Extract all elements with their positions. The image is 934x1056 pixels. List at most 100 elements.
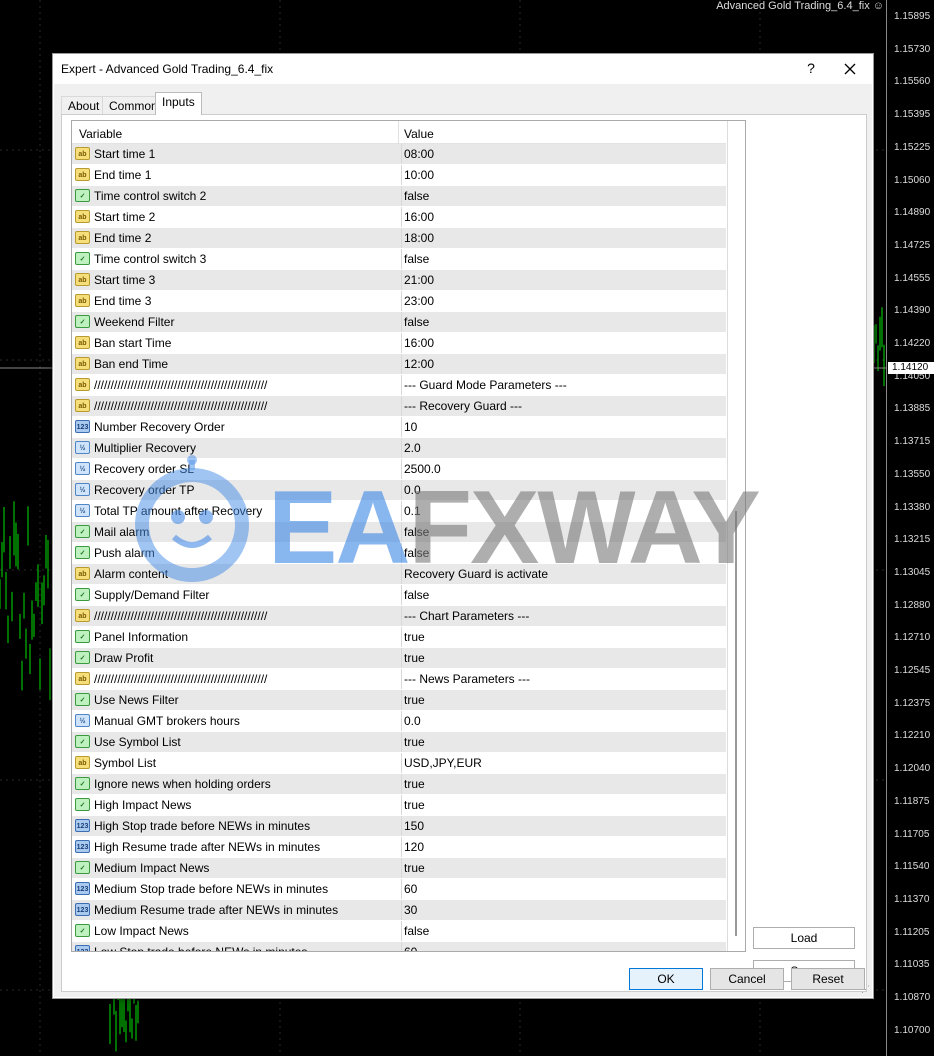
input-row[interactable]: ✓ Push alarm false [72, 543, 726, 564]
input-value[interactable]: true [401, 690, 726, 710]
input-value[interactable]: 16:00 [401, 207, 726, 227]
input-value[interactable]: 2500.0 [401, 459, 726, 479]
input-value[interactable]: true [401, 858, 726, 878]
input-value[interactable]: true [401, 774, 726, 794]
input-value[interactable]: USD,JPY,EUR [401, 753, 726, 773]
input-row[interactable]: 123 High Stop trade before NEWs in minute… [72, 816, 726, 837]
input-value[interactable]: false [401, 585, 726, 605]
help-button[interactable]: ? [801, 60, 821, 76]
input-row[interactable]: ½ Recovery order TP 0.0 [72, 480, 726, 501]
input-value[interactable]: --- Recovery Guard --- [401, 396, 726, 416]
input-row[interactable]: 123 High Resume trade after NEWs in minut… [72, 837, 726, 858]
price-axis-label: 1.15395 [894, 109, 931, 121]
input-row[interactable]: ✓ Use News Filter true [72, 690, 726, 711]
input-value[interactable]: Recovery Guard is activate [401, 564, 726, 584]
input-row[interactable]: 123 Low Stop trade before NEWs in minutes… [72, 942, 726, 951]
input-value[interactable]: true [401, 648, 726, 668]
int-type-icon: 123 [75, 840, 90, 853]
input-value[interactable]: false [401, 186, 726, 206]
resize-grip-icon[interactable]: ⋰ [861, 984, 870, 995]
input-value[interactable]: --- Chart Parameters --- [401, 606, 726, 626]
input-row[interactable]: ✓ Time control switch 2 false [72, 186, 726, 207]
input-row[interactable]: ✓ Time control switch 3 false [72, 249, 726, 270]
input-value[interactable]: 12:00 [401, 354, 726, 374]
input-row[interactable]: ½ Manual GMT brokers hours 0.0 [72, 711, 726, 732]
reset-button[interactable]: Reset [791, 968, 865, 990]
input-value[interactable]: true [401, 732, 726, 752]
input-row[interactable]: ✓ Panel Information true [72, 627, 726, 648]
input-row[interactable]: ✓ Low Impact News false [72, 921, 726, 942]
input-value[interactable]: false [401, 543, 726, 563]
input-value[interactable]: false [401, 249, 726, 269]
input-value[interactable]: false [401, 921, 726, 941]
input-row[interactable]: ✓ Weekend Filter false [72, 312, 726, 333]
input-value[interactable]: 0.0 [401, 711, 726, 731]
input-value[interactable]: 18:00 [401, 228, 726, 248]
input-row[interactable]: ab Ban end Time 12:00 [72, 354, 726, 375]
cancel-button[interactable]: Cancel [710, 968, 784, 990]
input-value[interactable]: true [401, 795, 726, 815]
input-row[interactable]: ✓ Mail alarm false [72, 522, 726, 543]
column-header-value[interactable]: Value [404, 127, 434, 141]
scrollbar-thumb[interactable] [735, 511, 737, 936]
input-value[interactable]: 16:00 [401, 333, 726, 353]
input-row[interactable]: ab //////////////////////////////////////… [72, 396, 726, 417]
expert-properties-dialog: Expert - Advanced Gold Trading_6.4_fix ?… [52, 53, 874, 999]
ok-button[interactable]: OK [629, 968, 703, 990]
input-value[interactable]: --- Guard Mode Parameters --- [401, 375, 726, 395]
bool-type-icon: ✓ [75, 630, 90, 643]
tab-inputs[interactable]: Inputs [155, 92, 202, 115]
input-row[interactable]: ab Start time 2 16:00 [72, 207, 726, 228]
input-value[interactable]: 60 [401, 942, 726, 951]
input-value[interactable]: 30 [401, 900, 726, 920]
input-row[interactable]: ab //////////////////////////////////////… [72, 375, 726, 396]
input-value[interactable]: false [401, 522, 726, 542]
input-row[interactable]: ab End time 1 10:00 [72, 165, 726, 186]
close-button[interactable] [839, 57, 861, 80]
load-button[interactable]: Load [753, 927, 855, 949]
input-variable-name: Supply/Demand Filter [94, 588, 210, 602]
input-row[interactable]: 123 Number Recovery Order 10 [72, 417, 726, 438]
input-row[interactable]: ab Alarm content Recovery Guard is activat… [72, 564, 726, 585]
input-value[interactable]: 2.0 [401, 438, 726, 458]
input-row[interactable]: ab //////////////////////////////////////… [72, 669, 726, 690]
input-row[interactable]: ab Symbol List USD,JPY,EUR [72, 753, 726, 774]
input-row[interactable]: ✓ Use Symbol List true [72, 732, 726, 753]
input-value[interactable]: 10 [401, 417, 726, 437]
input-row[interactable]: ab End time 3 23:00 [72, 291, 726, 312]
input-value[interactable]: 150 [401, 816, 726, 836]
input-row[interactable]: ✓ Supply/Demand Filter false [72, 585, 726, 606]
input-value[interactable]: 08:00 [401, 144, 726, 164]
input-row[interactable]: ✓ Draw Profit true [72, 648, 726, 669]
input-value[interactable]: true [401, 627, 726, 647]
input-value[interactable]: 10:00 [401, 165, 726, 185]
price-axis-label: 1.14890 [894, 207, 931, 219]
input-value[interactable]: 21:00 [401, 270, 726, 290]
input-row[interactable]: ab Ban start Time 16:00 [72, 333, 726, 354]
input-row[interactable]: ½ Multiplier Recovery 2.0 [72, 438, 726, 459]
input-value[interactable]: false [401, 312, 726, 332]
input-value[interactable]: 120 [401, 837, 726, 857]
input-variable-name: ////////////////////////////////////////… [94, 378, 268, 392]
input-row[interactable]: ✓ Ignore news when holding orders true [72, 774, 726, 795]
str-type-icon: ab [75, 378, 90, 391]
input-row[interactable]: ✓ Medium Impact News true [72, 858, 726, 879]
grid-scrollbar[interactable] [727, 121, 744, 951]
input-row[interactable]: ab End time 2 18:00 [72, 228, 726, 249]
input-value[interactable]: --- News Parameters --- [401, 669, 726, 689]
input-row[interactable]: ½ Total TP amount after Recovery 0.1 [72, 501, 726, 522]
tab-about[interactable]: About [61, 96, 107, 115]
input-value[interactable]: 0.0 [401, 480, 726, 500]
input-row[interactable]: ✓ High Impact News true [72, 795, 726, 816]
input-row[interactable]: 123 Medium Resume trade after NEWs in min… [72, 900, 726, 921]
input-row[interactable]: 123 Medium Stop trade before NEWs in minu… [72, 879, 726, 900]
column-header-variable[interactable]: Variable [79, 127, 122, 141]
input-value[interactable]: 0.1 [401, 501, 726, 521]
input-value[interactable]: 60 [401, 879, 726, 899]
input-row[interactable]: ab Start time 1 08:00 [72, 144, 726, 165]
price-axis-label: 1.13550 [894, 468, 931, 480]
input-row[interactable]: ab //////////////////////////////////////… [72, 606, 726, 627]
input-row[interactable]: ½ Recovery order SL 2500.0 [72, 459, 726, 480]
input-row[interactable]: ab Start time 3 21:00 [72, 270, 726, 291]
input-value[interactable]: 23:00 [401, 291, 726, 311]
